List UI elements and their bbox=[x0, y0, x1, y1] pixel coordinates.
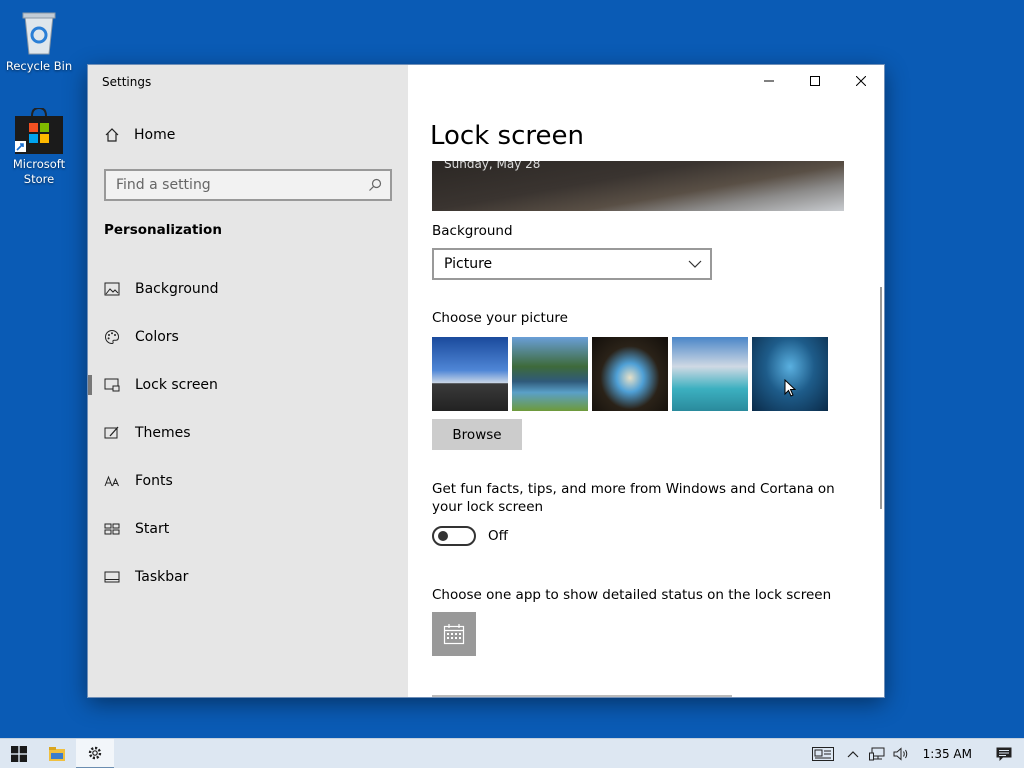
close-icon bbox=[856, 76, 866, 86]
lock-screen-preview: Sunday, May 28 bbox=[432, 161, 844, 211]
lock-screen-icon bbox=[104, 378, 120, 392]
chevron-up-icon bbox=[847, 751, 859, 758]
nav-item-start[interactable]: Start bbox=[88, 505, 408, 553]
nav-item-label: Background bbox=[135, 281, 219, 297]
news-widget-button[interactable] bbox=[805, 739, 841, 768]
desktop-icon-recycle-bin[interactable]: Recycle Bin bbox=[1, 8, 77, 74]
gear-icon bbox=[88, 746, 102, 759]
fun-facts-text: Get fun facts, tips, and more from Windo… bbox=[432, 481, 835, 515]
folder-icon bbox=[49, 746, 65, 761]
detailed-status-app-button[interactable] bbox=[432, 612, 476, 656]
settings-window: Settings Home Find a setting Personaliza… bbox=[88, 65, 884, 697]
nav-home[interactable]: Home bbox=[104, 127, 175, 143]
nav-item-label: Fonts bbox=[135, 473, 173, 489]
picture-icon bbox=[104, 282, 120, 296]
picture-thumbnail[interactable] bbox=[592, 337, 668, 411]
page-title: Lock screen bbox=[430, 121, 584, 151]
nav-item-lock-screen[interactable]: Lock screen bbox=[88, 361, 408, 409]
taskbar-clock[interactable]: 1:35 AM bbox=[913, 747, 984, 761]
show-hidden-icons-button[interactable] bbox=[841, 739, 865, 768]
nav-section-heading: Personalization bbox=[104, 222, 222, 238]
action-center-button[interactable] bbox=[984, 739, 1024, 768]
search-input[interactable]: Find a setting bbox=[116, 177, 368, 193]
themes-icon bbox=[104, 426, 119, 439]
detailed-status-label: Choose one app to show detailed status o… bbox=[432, 587, 832, 603]
volume-button[interactable] bbox=[889, 739, 913, 768]
calendar-icon bbox=[443, 624, 465, 645]
toggle-state-label: Off bbox=[488, 528, 508, 544]
close-button[interactable] bbox=[838, 65, 884, 97]
notification-icon bbox=[996, 747, 1012, 761]
caption-buttons bbox=[746, 65, 884, 97]
settings-content: Lock screen Sunday, May 28 Background Pi… bbox=[408, 65, 884, 697]
taskbar-icon bbox=[104, 571, 120, 583]
content-scrollbar[interactable] bbox=[880, 287, 882, 509]
search-icon bbox=[369, 178, 382, 191]
system-tray: 1:35 AM bbox=[805, 739, 1024, 768]
chevron-down-icon bbox=[688, 260, 702, 268]
fun-facts-toggle[interactable] bbox=[432, 526, 476, 546]
browse-button[interactable]: Browse bbox=[432, 419, 522, 450]
store-bag-icon bbox=[15, 108, 63, 154]
search-box[interactable]: Find a setting bbox=[104, 169, 392, 201]
nav-item-label: Themes bbox=[135, 425, 191, 441]
nav-item-themes[interactable]: Themes bbox=[88, 409, 408, 457]
taskbar-file-explorer[interactable] bbox=[38, 739, 76, 768]
desktop-icon-label: Microsoft Store bbox=[12, 157, 66, 186]
background-dropdown[interactable]: Picture bbox=[432, 248, 712, 280]
nav-item-fonts[interactable]: Fonts bbox=[88, 457, 408, 505]
nav-item-colors[interactable]: Colors bbox=[88, 313, 408, 361]
picture-thumbnail[interactable] bbox=[752, 337, 828, 411]
nav-item-label: Lock screen bbox=[135, 377, 218, 393]
background-label: Background bbox=[432, 223, 513, 239]
background-dropdown-value: Picture bbox=[444, 256, 493, 272]
preview-date: Sunday, May 28 bbox=[444, 161, 541, 171]
desktop-icon-microsoft-store[interactable]: Microsoft Store bbox=[1, 108, 77, 187]
taskbar: 1:35 AM bbox=[0, 738, 1024, 768]
network-icon bbox=[868, 747, 885, 761]
nav-item-label: Colors bbox=[135, 329, 179, 345]
windows-logo-icon bbox=[11, 745, 27, 762]
mouse-cursor-icon bbox=[784, 379, 796, 397]
nav-list: Background Colors Lock screen Themes Fon… bbox=[88, 265, 408, 601]
picture-thumbnail[interactable] bbox=[432, 337, 508, 411]
maximize-icon bbox=[810, 76, 820, 86]
fonts-icon bbox=[104, 475, 119, 487]
network-button[interactable] bbox=[865, 739, 889, 768]
start-icon bbox=[104, 523, 120, 535]
minimize-icon bbox=[764, 80, 774, 82]
recycle-bin-icon bbox=[22, 12, 56, 55]
speaker-icon bbox=[893, 747, 907, 761]
picture-thumbnails bbox=[432, 337, 828, 411]
nav-item-background[interactable]: Background bbox=[88, 265, 408, 313]
news-icon bbox=[811, 747, 834, 761]
palette-icon bbox=[105, 329, 120, 345]
settings-nav-pane: Settings Home Find a setting Personaliza… bbox=[88, 65, 408, 697]
nav-item-label: Start bbox=[135, 521, 170, 537]
minimize-button[interactable] bbox=[746, 65, 792, 97]
start-button[interactable] bbox=[0, 739, 38, 768]
picture-thumbnail[interactable] bbox=[672, 337, 748, 411]
clipped-next-section bbox=[432, 691, 752, 697]
nav-item-label: Taskbar bbox=[135, 569, 189, 585]
taskbar-settings[interactable] bbox=[76, 738, 114, 768]
nav-item-taskbar[interactable]: Taskbar bbox=[88, 553, 408, 601]
fun-facts-toggle-row: Off bbox=[432, 526, 508, 546]
maximize-button[interactable] bbox=[792, 65, 838, 97]
desktop-icon-label: Recycle Bin bbox=[5, 59, 73, 73]
picture-thumbnail[interactable] bbox=[512, 337, 588, 411]
home-icon bbox=[105, 128, 119, 142]
choose-picture-label: Choose your picture bbox=[432, 310, 568, 326]
window-title: Settings bbox=[102, 75, 152, 89]
nav-home-label: Home bbox=[134, 127, 176, 143]
